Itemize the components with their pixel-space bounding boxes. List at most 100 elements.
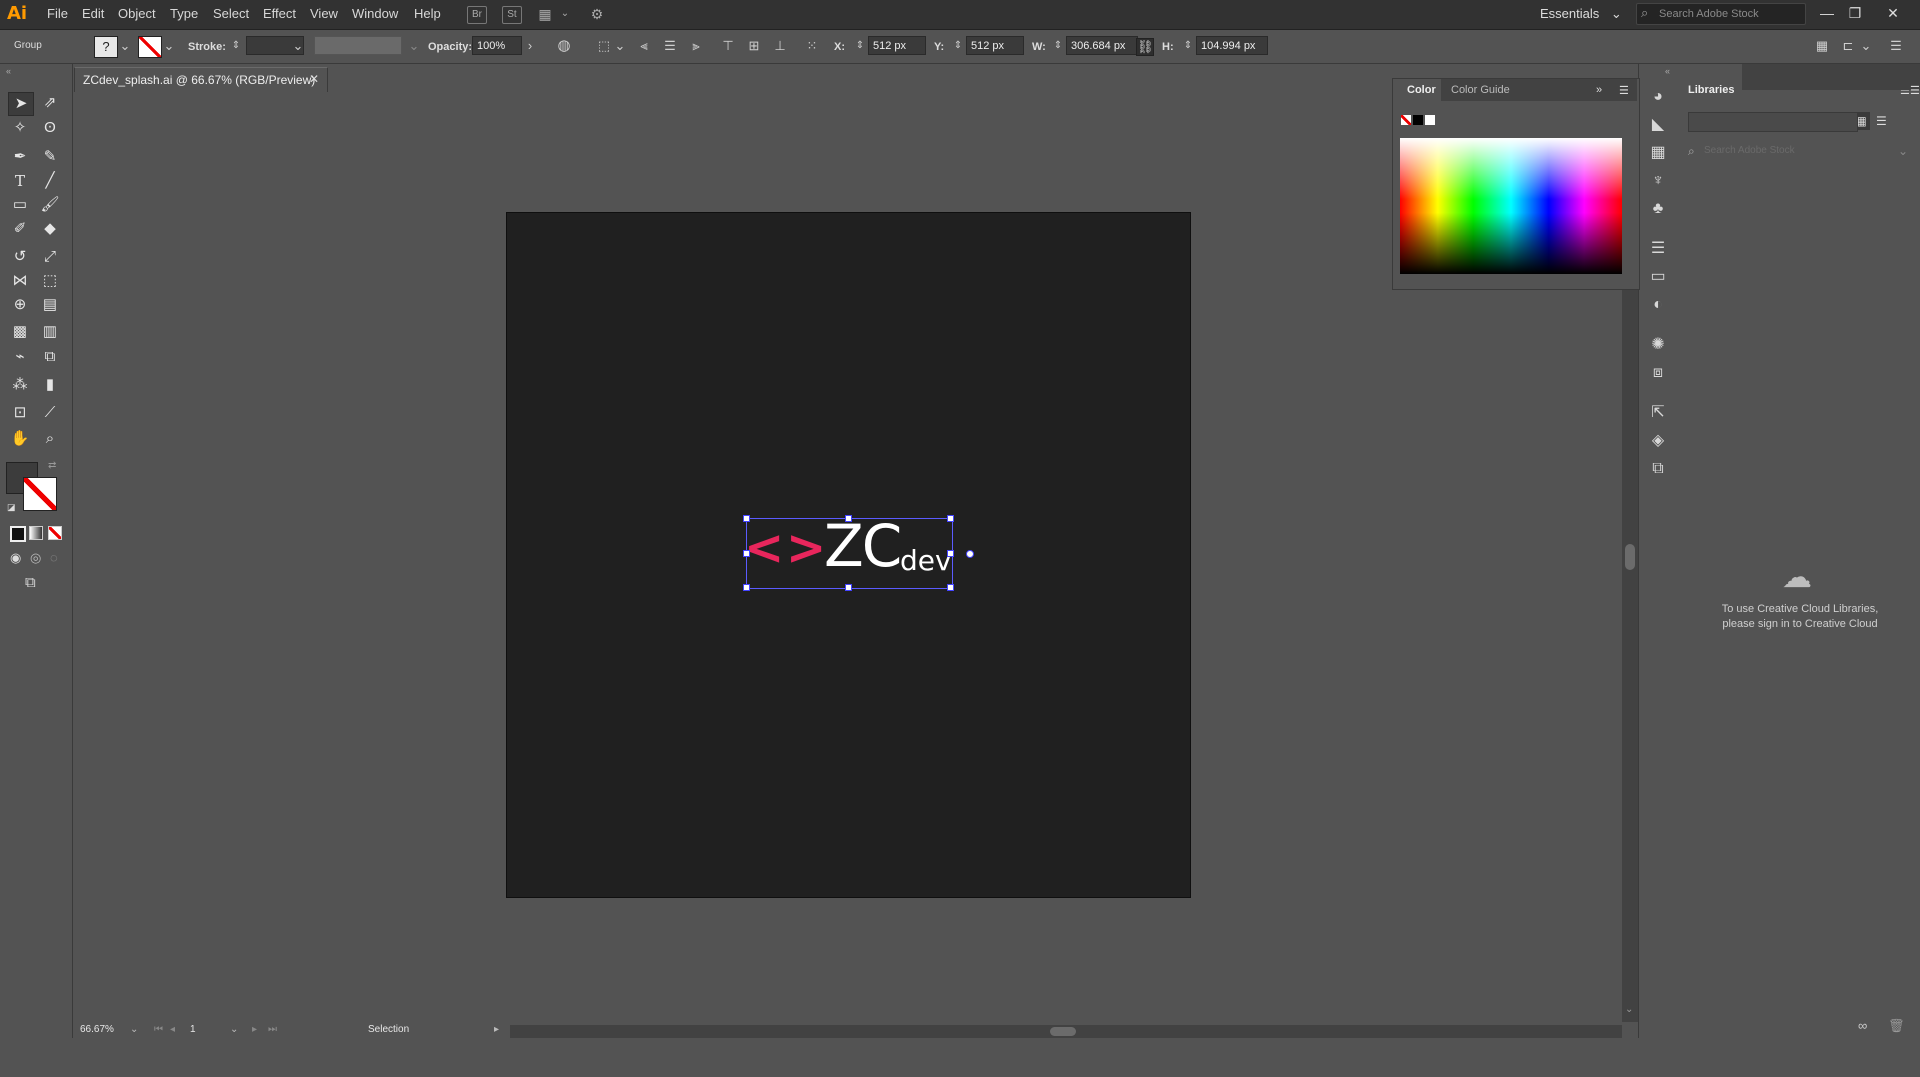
- bounding-box-handle[interactable]: [743, 515, 750, 522]
- tab-libraries[interactable]: Libraries: [1688, 84, 1734, 96]
- default-fill-stroke-icon[interactable]: ◪: [7, 502, 16, 513]
- stroke-color-box[interactable]: [23, 477, 57, 511]
- transform-reference-point-icon[interactable]: ⁙: [804, 38, 820, 54]
- color-guide-panel-icon[interactable]: ◣: [1647, 114, 1669, 136]
- stroke-swatch[interactable]: [138, 36, 162, 58]
- list-view-icon[interactable]: ☰: [1876, 112, 1887, 130]
- chevron-right-icon[interactable]: ▸: [494, 1024, 499, 1035]
- stock-search-input[interactable]: ⌕ Search Adobe Stock: [1636, 3, 1806, 25]
- column-graph-tool-icon[interactable]: ▮: [38, 374, 62, 396]
- color-mode-icon[interactable]: [10, 526, 26, 542]
- asset-export-panel-icon[interactable]: ⇱: [1647, 402, 1669, 424]
- bounding-box-handle[interactable]: [947, 584, 954, 591]
- none-swatch[interactable]: [1401, 115, 1411, 125]
- control-menu-icon[interactable]: ☰: [1888, 38, 1904, 54]
- align-left-icon[interactable]: ⫷: [636, 38, 652, 54]
- bounding-box-handle[interactable]: [947, 515, 954, 522]
- stepper-icon[interactable]: ⇕: [950, 38, 966, 54]
- minimize-button[interactable]: —: [1814, 4, 1840, 22]
- close-button[interactable]: ✕: [1880, 4, 1906, 22]
- variable-width-profile[interactable]: [314, 36, 402, 55]
- pen-tool-icon[interactable]: ✒: [8, 146, 32, 168]
- menu-help[interactable]: Help: [414, 6, 441, 21]
- hand-tool-icon[interactable]: ✋: [8, 428, 32, 450]
- white-swatch[interactable]: [1425, 115, 1435, 125]
- live-corner-widget[interactable]: [966, 550, 974, 558]
- direct-selection-tool-icon[interactable]: ⇗: [38, 92, 62, 114]
- gradient-tool-icon[interactable]: ▥: [38, 321, 62, 343]
- creative-cloud-icon[interactable]: ∞: [1858, 1018, 1867, 1033]
- menu-object[interactable]: Object: [118, 6, 156, 21]
- panel-menu-icon[interactable]: ☰: [1619, 84, 1629, 97]
- width-tool-icon[interactable]: ⋈: [8, 270, 32, 292]
- chevron-down-icon[interactable]: ⌄: [406, 38, 422, 54]
- brushes-panel-icon[interactable]: ♆: [1647, 170, 1669, 192]
- align-right-icon[interactable]: ⫸: [688, 38, 704, 54]
- bounding-box-handle[interactable]: [743, 550, 750, 557]
- align-horizontal-center-icon[interactable]: ☰: [662, 38, 678, 54]
- chevron-down-icon[interactable]: ⌄: [117, 38, 133, 54]
- stepper-icon[interactable]: ⇕: [1180, 38, 1196, 54]
- scale-tool-icon[interactable]: ⤢: [38, 246, 62, 268]
- arrange-panels-icon[interactable]: ▦: [1814, 38, 1830, 54]
- recolor-artwork-icon[interactable]: ◍: [556, 38, 572, 54]
- symbols-panel-icon[interactable]: ♣: [1647, 198, 1669, 220]
- graphic-styles-panel-icon[interactable]: ⧈: [1647, 362, 1669, 384]
- selection-bounding-box[interactable]: [746, 518, 953, 589]
- free-transform-tool-icon[interactable]: ⬚: [38, 270, 62, 292]
- mesh-tool-icon[interactable]: ▩: [8, 321, 32, 343]
- bounding-box-handle[interactable]: [845, 584, 852, 591]
- swatches-panel-icon[interactable]: ▦: [1647, 142, 1669, 164]
- align-top-icon[interactable]: ⊤: [720, 38, 736, 54]
- gpu-performance-icon[interactable]: ⚙: [588, 6, 606, 22]
- transparency-panel-icon[interactable]: ◐: [1647, 294, 1669, 316]
- chevron-down-icon[interactable]: ⌄: [130, 1024, 138, 1035]
- tab-color[interactable]: Color: [1407, 84, 1436, 96]
- color-panel-icon[interactable]: ◕: [1647, 86, 1669, 108]
- height-field[interactable]: 104.994 px: [1196, 36, 1268, 55]
- width-field[interactable]: 306.684 px: [1066, 36, 1138, 55]
- chevron-down-icon[interactable]: ⌄: [612, 38, 628, 54]
- stock-icon[interactable]: St: [502, 6, 522, 24]
- menu-type[interactable]: Type: [170, 6, 198, 21]
- document-tab[interactable]: ZCdev_splash.ai @ 66.67% (RGB/Preview) ✕: [74, 67, 328, 92]
- chevron-down-icon[interactable]: ⌄: [230, 1024, 238, 1035]
- artboard-tool-icon[interactable]: ⊡: [8, 402, 32, 424]
- none-mode-icon[interactable]: [48, 526, 62, 540]
- gradient-panel-icon[interactable]: ▭: [1647, 266, 1669, 288]
- menu-select[interactable]: Select: [213, 6, 249, 21]
- black-swatch[interactable]: [1413, 115, 1423, 125]
- chevron-right-icon[interactable]: ›: [522, 38, 538, 54]
- chevron-down-icon[interactable]: ⌄: [1858, 38, 1874, 54]
- previous-artboard-icon[interactable]: ◂: [170, 1024, 175, 1035]
- magic-wand-tool-icon[interactable]: ✧: [8, 117, 32, 139]
- eraser-tool-icon[interactable]: ◆: [38, 218, 62, 240]
- collapse-icon[interactable]: «: [6, 66, 11, 76]
- menu-effect[interactable]: Effect: [263, 6, 296, 21]
- artboard-number-field[interactable]: 1: [190, 1024, 196, 1035]
- vertical-scroll-thumb[interactable]: [1625, 544, 1635, 570]
- align-to-icon[interactable]: ⬚: [596, 38, 612, 54]
- bounding-box-handle[interactable]: [947, 550, 954, 557]
- zoom-level-field[interactable]: 66.67%: [80, 1024, 114, 1035]
- horizontal-scrollbar[interactable]: [510, 1025, 1622, 1038]
- fill-swatch[interactable]: ?: [94, 36, 118, 58]
- blend-tool-icon[interactable]: ⧉: [38, 346, 62, 368]
- menu-file[interactable]: File: [47, 6, 68, 21]
- bridge-icon[interactable]: Br: [467, 6, 487, 24]
- shape-builder-tool-icon[interactable]: ⊕: [8, 294, 32, 316]
- chevron-down-icon[interactable]: ⌄: [1898, 144, 1908, 158]
- library-dropdown[interactable]: [1688, 112, 1858, 132]
- layers-panel-icon[interactable]: ◈: [1647, 430, 1669, 452]
- gradient-mode-icon[interactable]: [29, 526, 43, 540]
- workspace-switcher[interactable]: Essentials ⌄: [1540, 6, 1622, 22]
- rotate-tool-icon[interactable]: ↺: [8, 246, 32, 268]
- eyedropper-tool-icon[interactable]: ⌁: [8, 346, 32, 368]
- paintbrush-tool-icon[interactable]: 🖌: [38, 194, 62, 216]
- close-icon[interactable]: ✕: [309, 72, 319, 86]
- draw-behind-icon[interactable]: ◎: [30, 550, 41, 566]
- appearance-panel-icon[interactable]: ✺: [1647, 334, 1669, 356]
- constrain-proportions-icon[interactable]: ⛓: [1136, 38, 1154, 56]
- opacity-field[interactable]: 100%: [472, 36, 522, 55]
- line-segment-tool-icon[interactable]: ╱: [38, 170, 62, 192]
